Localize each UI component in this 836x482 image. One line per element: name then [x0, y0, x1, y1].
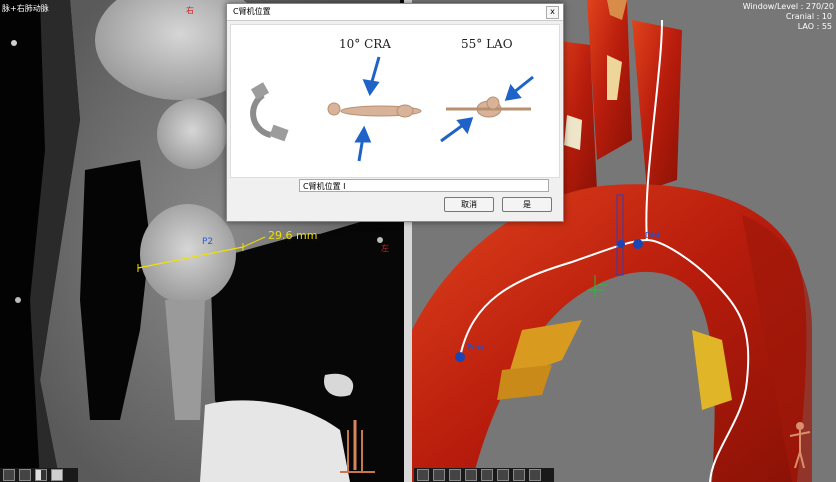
c-arm-position-dialog: C臂机位置 x 10° CRA 55° LAO C臂机位置 I 取消 是 [226, 3, 564, 222]
dialog-title-bar[interactable]: C臂机位置 x [227, 4, 563, 21]
vessel-dot [15, 297, 21, 303]
tool-button[interactable] [417, 469, 429, 481]
measurement-label: P2 [202, 237, 214, 247]
tool-button[interactable] [19, 469, 31, 481]
window-level-readout: Window/Level : 270/20 [742, 2, 834, 11]
patient-side-figure [327, 102, 422, 118]
marker-prox-label: Prox [467, 343, 485, 352]
measurement-value: 29.6 mm [268, 229, 318, 242]
orientation-top-label: 右 [186, 6, 194, 15]
lao-readout: LAO : 55 [797, 22, 832, 31]
view-title: 脉+右肺动脉 [2, 4, 49, 13]
tool-button[interactable] [51, 469, 63, 481]
left-toolbar [0, 468, 78, 482]
ok-button[interactable]: 是 [502, 197, 552, 212]
tool-button[interactable] [3, 469, 15, 481]
tool-button[interactable] [449, 469, 461, 481]
dialog-title: C臂机位置 [233, 7, 271, 16]
patient-front-figure [446, 96, 531, 118]
marker-prox[interactable] [455, 352, 465, 362]
marker-distal[interactable] [633, 239, 643, 249]
c-arm-icon [250, 82, 289, 142]
tool-button[interactable] [465, 469, 477, 481]
dialog-illustration-panel: 10° CRA 55° LAO [230, 24, 560, 178]
tool-button[interactable] [35, 469, 47, 481]
tool-button[interactable] [481, 469, 493, 481]
close-button[interactable]: x [546, 6, 559, 19]
cancel-button[interactable]: 取消 [444, 197, 494, 212]
tool-button[interactable] [433, 469, 445, 481]
tool-button[interactable] [529, 469, 541, 481]
tool-button[interactable] [513, 469, 525, 481]
marker-distal-label: Dist [645, 231, 661, 240]
position-input[interactable]: C臂机位置 I [299, 179, 549, 192]
right-toolbar [414, 468, 554, 482]
cranial-readout: Cranial : 10 [785, 12, 832, 21]
tool-button[interactable] [497, 469, 509, 481]
vessel-dot [11, 40, 17, 46]
orientation-side-label: 左 [381, 244, 389, 253]
